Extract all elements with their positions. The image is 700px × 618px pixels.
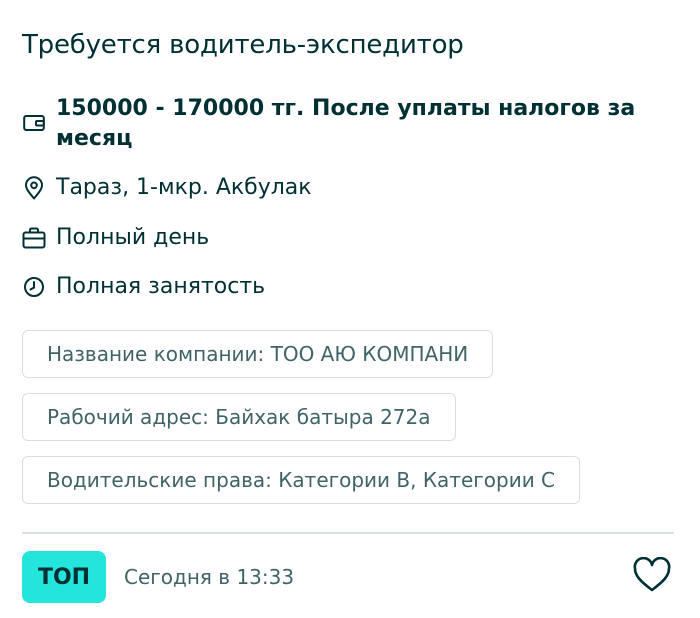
wallet-icon bbox=[22, 110, 46, 136]
posted-date: Сегодня в 13:33 bbox=[124, 565, 295, 589]
schedule-row: Полный день bbox=[22, 223, 209, 253]
company-name-tag: Название компании: ТОО АЮ КОМПАНИ bbox=[22, 330, 494, 378]
location-text: Тараз, 1-мкр. Акбулак bbox=[56, 175, 312, 200]
salary-row: 150000 - 170000 тг. После уплаты налогов… bbox=[22, 94, 642, 154]
listing-title: Требуется водитель-экспедитор bbox=[22, 30, 464, 60]
work-address-tag: Рабочий адрес: Байхак батыра 272а bbox=[22, 393, 456, 441]
employment-text: Полная занятость bbox=[56, 274, 266, 299]
favorite-button[interactable] bbox=[630, 555, 674, 599]
clock-icon bbox=[22, 274, 46, 300]
salary-text: 150000 - 170000 тг. После уплаты налогов… bbox=[56, 96, 636, 151]
top-badge: ТОП bbox=[22, 551, 106, 603]
briefcase-icon bbox=[22, 225, 46, 251]
driver-license-tag: Водительские права: Категории B, Категор… bbox=[22, 456, 581, 504]
divider bbox=[22, 532, 674, 534]
schedule-text: Полный день bbox=[56, 225, 210, 250]
heart-icon bbox=[632, 556, 672, 597]
location-row: Тараз, 1-мкр. Акбулак bbox=[22, 173, 312, 203]
employment-row: Полная занятость bbox=[22, 272, 265, 302]
location-pin-icon bbox=[22, 175, 46, 201]
